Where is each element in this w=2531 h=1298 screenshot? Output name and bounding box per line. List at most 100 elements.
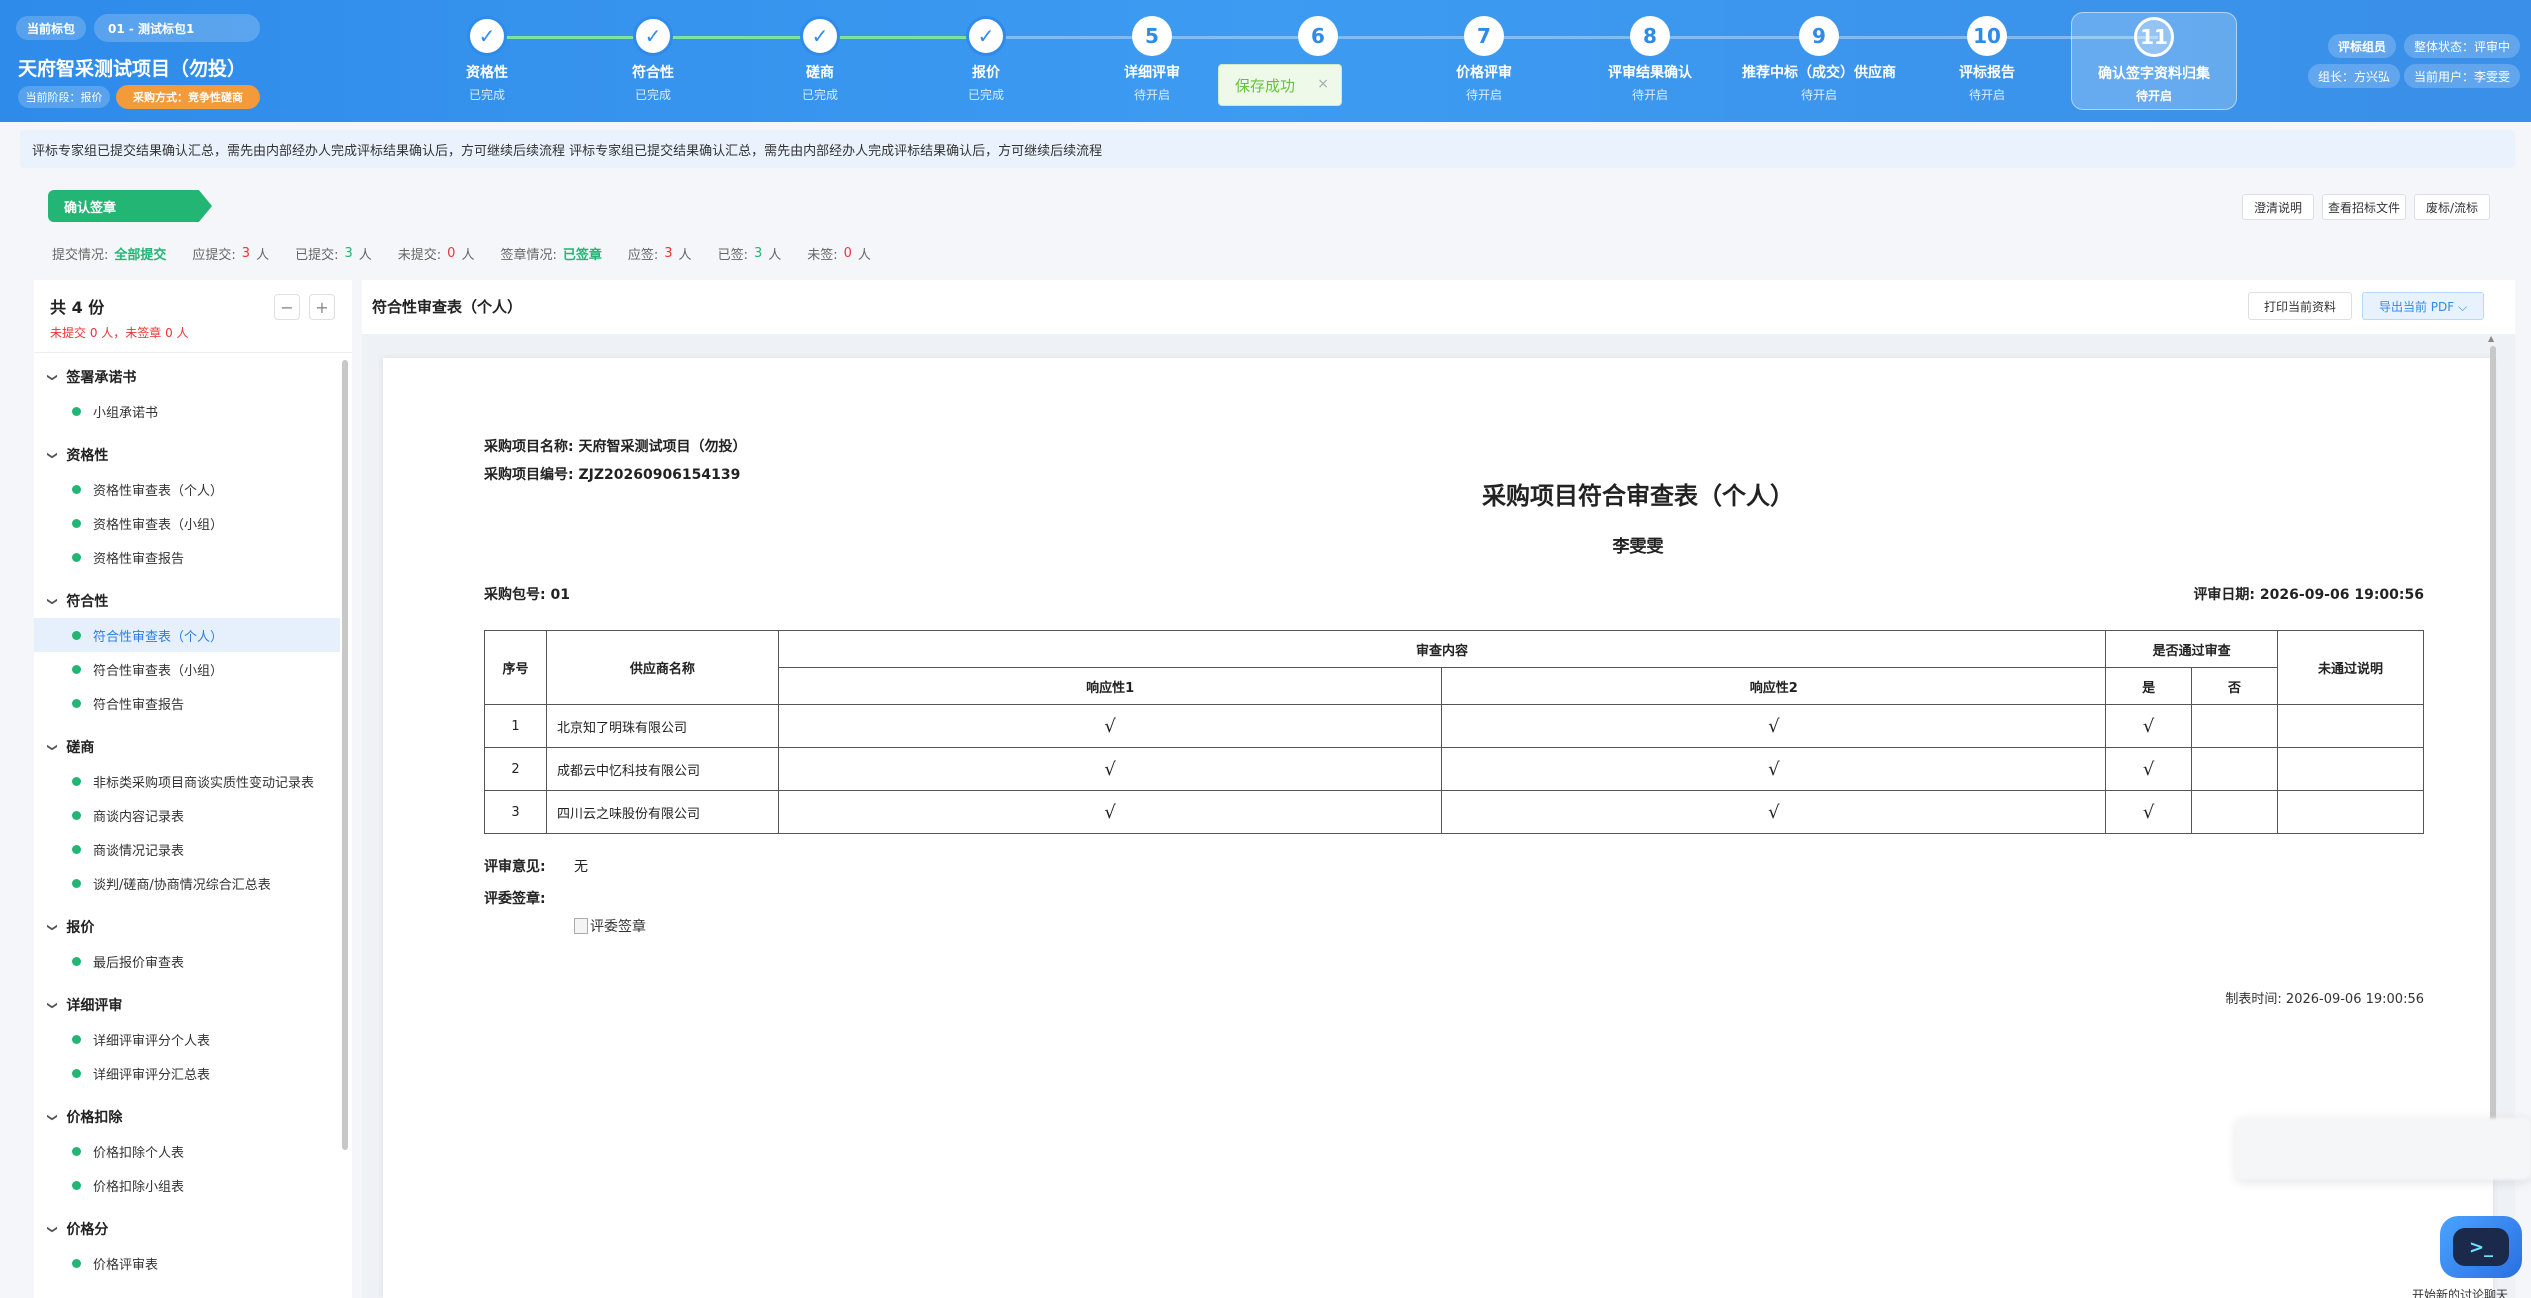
tree-item[interactable]: 商谈情况记录表 [34,832,340,866]
collapse-all-button[interactable]: − [274,294,300,320]
stat-label: 提交情况: [52,248,109,263]
step-10[interactable]: 10 评标报告 待开启 [1912,16,2062,103]
tree-item[interactable]: 价格扣除小组表 [34,1168,340,1202]
tree-group[interactable]: ❯ 报价 [34,910,340,944]
expand-all-button[interactable]: + [309,294,335,320]
export-pdf-button[interactable]: 导出当前 PDF ⌵ [2362,292,2484,320]
tree-item[interactable]: 谈判/磋商/协商情况综合汇总表 [34,866,340,900]
step-number: 5 [1132,16,1172,56]
step-2[interactable]: ✓ 符合性 已完成 [578,16,728,103]
step-number: 8 [1630,16,1670,56]
tree-item[interactable]: 小组承诺书 [34,394,340,428]
tree-group[interactable]: ❯ 详细评审 [34,988,340,1022]
item-label: 符合性审查表（小组） [93,663,224,679]
review-date: 评审日期: 2026-09-06 19:00:56 [2180,584,2424,604]
label: 采购包号: [484,587,546,603]
step-11[interactable]: 11 确认签字资料归集 待开启 [2071,12,2237,110]
stat-label: 已提交: [295,248,339,263]
tree-item[interactable]: 符合性审查报告 [34,686,340,720]
step-9[interactable]: 9 推荐中标（成交）供应商 待开启 [1742,16,1896,103]
cell-note [2277,704,2424,748]
tree-group[interactable]: ❯ 签署承诺书 [34,360,340,394]
tree-item[interactable]: 价格扣除个人表 [34,1134,340,1168]
abandon-bid-button[interactable]: 废标/流标 [2414,194,2490,220]
status-dot [72,664,81,674]
sidebar-subtitle: 未提交 0 人，未签章 0 人 [50,326,189,340]
submitted-count: 3 [344,246,353,261]
tree-item[interactable]: 详细评审评分个人表 [34,1022,340,1056]
step-3[interactable]: ✓ 磋商 已完成 [745,16,895,103]
review-opinion-value: 无 [574,859,588,875]
status-dot [72,630,81,640]
stat-label: 应签: [627,248,659,263]
close-icon[interactable]: × [1317,76,1329,92]
tree-item[interactable]: 最后报价审查表 [34,944,340,978]
step-6[interactable]: 6 [1243,16,1393,66]
broken-image-icon [574,918,588,934]
check-icon: ✓ [800,16,840,56]
scroll-up-icon[interactable]: ▲ [2488,334,2494,343]
item-label: 价格扣除个人表 [93,1145,185,1161]
check-icon: √ [2105,704,2193,748]
chevron-icon: ❯ [46,1000,58,1010]
step-8[interactable]: 8 评审结果确认 待开启 [1575,16,1725,103]
status-dot [72,406,81,416]
made-time: 制表时间: 2026-09-06 19:00:56 [2180,988,2424,1007]
step-4[interactable]: ✓ 报价 已完成 [911,16,1061,103]
tree-item[interactable]: 资格性审查表（个人） [34,472,340,506]
check-icon: ✓ [966,16,1006,56]
sidebar-scrollbar[interactable] [342,360,348,1150]
value: ZJZ20260906154139 [578,467,741,483]
stat-label: 未签: [807,248,838,263]
cell-no [2191,790,2279,834]
step-label: 详细评审 [1124,65,1180,81]
tree-item-selected[interactable]: 符合性审查表（个人） [34,618,340,652]
submission-stats: 提交情况: 全部提交 应提交: 3人 已提交: 3人 未提交: 0人 签章情况:… [52,244,871,263]
label: 采购项目编号: [484,467,574,483]
should-sign-count: 3 [664,246,673,261]
label: 制表时间: [2225,992,2282,1007]
document-scrollbar[interactable] [2490,346,2496,1126]
tree-item[interactable]: 资格性审查表（小组） [34,506,340,540]
clarification-button[interactable]: 澄清说明 [2242,194,2314,220]
header-resp2: 响应性2 [1441,667,2107,705]
tree-item[interactable]: 符合性审查表（小组） [34,652,340,686]
status-dot [72,956,81,966]
tree-group[interactable]: ❯ 价格分 [34,1212,340,1246]
step-7[interactable]: 7 价格评审 待开启 [1409,16,1559,103]
cell-seq: 2 [484,747,547,791]
tree-item[interactable]: 详细评审评分汇总表 [34,1056,340,1090]
tree-item[interactable]: 价格评审表 [34,1246,340,1280]
project-name: 采购项目名称: 天府智采测试项目（勿投） [484,436,746,456]
tree-group[interactable]: ❯ 价格扣除 [34,1100,340,1134]
step-1[interactable]: ✓ 资格性 已完成 [412,16,562,103]
status-dot [72,810,81,820]
assistant-robot-icon[interactable]: >_ [2440,1216,2522,1278]
value: 2026-09-06 19:00:56 [2259,587,2424,603]
header-supplier: 供应商名称 [545,630,779,705]
cell-note [2277,747,2424,791]
group-label: 价格分 [66,1222,109,1238]
assistant-label[interactable]: 开始新的讨论聊天 [2412,1286,2508,1298]
table-row: 3 四川云之味股份有限公司 √ √ √ [484,790,2424,834]
check-icon: √ [1441,790,2107,834]
tree-group[interactable]: ❯ 资格性 [34,438,340,472]
print-button[interactable]: 打印当前资料 [2248,292,2352,320]
step-number: 7 [1464,16,1504,56]
item-label: 价格评审表 [93,1257,159,1273]
sidebar-title: 共 4 份 [50,298,105,317]
unit: 人 [857,248,871,263]
cell-seq: 1 [484,704,547,748]
tree-group[interactable]: ❯ 磋商 [34,730,340,764]
current-package-select[interactable]: 01 - 测试标包1 [94,14,260,42]
tree-item[interactable]: 商谈内容记录表 [34,798,340,832]
tree-group[interactable]: ❯ 符合性 [34,584,340,618]
check-icon: √ [2105,747,2193,791]
status-dot [72,698,81,708]
step-5[interactable]: 5 详细评审 待开启 [1077,16,1227,103]
tree-item[interactable]: 资格性审查报告 [34,540,340,574]
tree-item[interactable]: 非标类采购项目商谈实质性变动记录表 [34,764,340,798]
signed-count: 3 [753,246,763,261]
item-label: 资格性审查表（小组） [93,517,224,533]
view-tender-file-button[interactable]: 查看招标文件 [2322,194,2406,220]
